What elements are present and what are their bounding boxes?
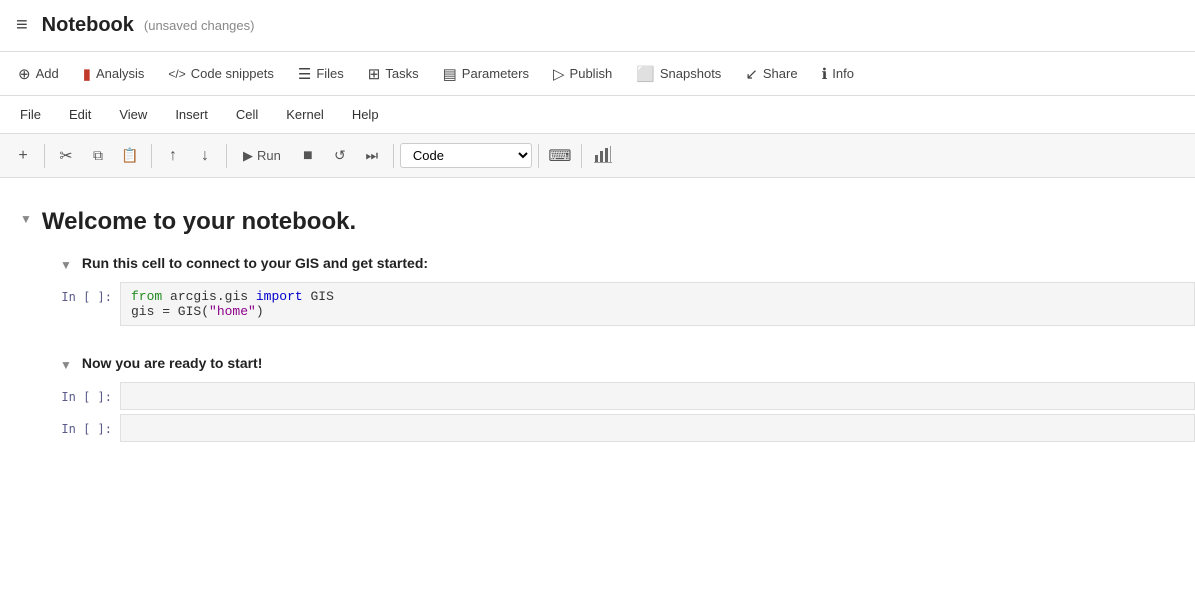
subsection-1-header: ▼ Run this cell to connect to your GIS a… bbox=[40, 246, 1195, 280]
subsection-2-collapse-arrow[interactable]: ▼ bbox=[60, 358, 72, 372]
restart-button[interactable]: ↺ bbox=[325, 141, 355, 171]
parameters-button[interactable]: ▤ Parameters bbox=[433, 60, 539, 88]
stop-button[interactable]: ■ bbox=[293, 141, 323, 171]
menu-bar: File Edit View Insert Cell Kernel Help bbox=[0, 96, 1195, 134]
chart-button[interactable] bbox=[588, 141, 618, 171]
tasks-icon: ⊞ bbox=[368, 65, 381, 83]
share-icon: ↙ bbox=[745, 65, 758, 83]
menu-insert[interactable]: Insert bbox=[163, 103, 220, 126]
info-button[interactable]: ℹ Info bbox=[812, 60, 864, 88]
subsection-2-title: Now you are ready to start! bbox=[82, 355, 263, 371]
parameters-icon: ▤ bbox=[443, 65, 457, 83]
move-down-button[interactable]: ↓ bbox=[190, 141, 220, 171]
code-snippets-icon: </> bbox=[168, 67, 185, 81]
menu-cell[interactable]: Cell bbox=[224, 103, 270, 126]
keyboard-icon: ⌨ bbox=[548, 146, 571, 166]
top-bar: ≡ Notebook (unsaved changes) bbox=[0, 0, 1195, 52]
cell-3-body[interactable] bbox=[120, 414, 1195, 442]
notebook-toolbar: + ✂ ⧉ 📋 ↑ ↓ ▶ Run ■ ↺ ⏭ Code Markdown Ra… bbox=[0, 134, 1195, 178]
copy-button[interactable]: ⧉ bbox=[83, 141, 113, 171]
analysis-icon: ▮ bbox=[83, 65, 91, 83]
run-button[interactable]: ▶ Run bbox=[233, 144, 291, 168]
notebook-content: ▼ Welcome to your notebook. ▼ Run this c… bbox=[0, 178, 1195, 464]
analysis-label: Analysis bbox=[96, 66, 144, 81]
tasks-label: Tasks bbox=[385, 66, 418, 81]
files-button[interactable]: ☰ Files bbox=[288, 60, 354, 88]
add-label: Add bbox=[36, 66, 59, 81]
menu-help[interactable]: Help bbox=[340, 103, 391, 126]
snapshots-label: Snapshots bbox=[660, 66, 721, 81]
cell-3-label: In [ ]: bbox=[40, 414, 120, 442]
files-label: Files bbox=[316, 66, 343, 81]
add-button[interactable]: ⊕ Add bbox=[8, 60, 69, 88]
section-1-title: Welcome to your notebook. bbox=[42, 208, 356, 236]
info-label: Info bbox=[832, 66, 854, 81]
subsection-1: ▼ Run this cell to connect to your GIS a… bbox=[40, 246, 1195, 442]
run-label: Run bbox=[257, 148, 281, 163]
notebook-title: Notebook bbox=[42, 14, 134, 37]
cell-1-body[interactable]: from arcgis.gis import GIS gis = GIS("ho… bbox=[120, 282, 1195, 326]
add-cell-button[interactable]: + bbox=[8, 141, 38, 171]
share-label: Share bbox=[763, 66, 798, 81]
code-cell-1: In [ ]: from arcgis.gis import GIS gis =… bbox=[40, 282, 1195, 326]
subsection-2-header: ▼ Now you are ready to start! bbox=[40, 346, 1195, 380]
share-button[interactable]: ↙ Share bbox=[735, 60, 807, 88]
publish-icon: ▷ bbox=[553, 65, 565, 83]
subsection-1-title: Run this cell to connect to your GIS and… bbox=[82, 255, 428, 271]
toolbar-separator-6 bbox=[581, 144, 582, 168]
menu-edit[interactable]: Edit bbox=[57, 103, 103, 126]
code-cell-3: In [ ]: bbox=[40, 414, 1195, 442]
chart-icon bbox=[594, 145, 612, 166]
subsection-1-collapse-arrow[interactable]: ▼ bbox=[60, 258, 72, 272]
toolbar-separator-4 bbox=[393, 144, 394, 168]
code-plain-2: GIS bbox=[310, 289, 333, 304]
cell-2-label: In [ ]: bbox=[40, 382, 120, 410]
info-icon: ℹ bbox=[822, 65, 828, 83]
publish-button[interactable]: ▷ Publish bbox=[543, 60, 622, 88]
tasks-button[interactable]: ⊞ Tasks bbox=[358, 60, 429, 88]
code-cell-2: In [ ]: bbox=[40, 382, 1195, 410]
add-icon: ⊕ bbox=[18, 65, 31, 83]
toolbar-separator-3 bbox=[226, 144, 227, 168]
analysis-button[interactable]: ▮ Analysis bbox=[73, 60, 155, 88]
menu-file[interactable]: File bbox=[8, 103, 53, 126]
code-plain-1: arcgis.gis bbox=[170, 289, 256, 304]
code-plain-4: ) bbox=[256, 304, 264, 319]
code-line-2: gis = GIS("home") bbox=[131, 304, 1184, 319]
hamburger-menu[interactable]: ≡ bbox=[16, 14, 28, 37]
parameters-label: Parameters bbox=[462, 66, 529, 81]
keyword-from: from bbox=[131, 289, 162, 304]
cell-2-body[interactable] bbox=[120, 382, 1195, 410]
cell-type-select[interactable]: Code Markdown Raw NBConvert bbox=[400, 143, 532, 168]
menu-kernel[interactable]: Kernel bbox=[274, 103, 336, 126]
unsaved-changes-label: (unsaved changes) bbox=[144, 18, 255, 33]
cut-button[interactable]: ✂ bbox=[51, 141, 81, 171]
cell-1-label: In [ ]: bbox=[40, 282, 120, 326]
menu-view[interactable]: View bbox=[107, 103, 159, 126]
code-plain-3: gis = GIS( bbox=[131, 304, 209, 319]
code-snippets-button[interactable]: </> Code snippets bbox=[158, 61, 283, 86]
paste-button[interactable]: 📋 bbox=[115, 141, 145, 171]
toolbar-separator-1 bbox=[44, 144, 45, 168]
action-bar: ⊕ Add ▮ Analysis </> Code snippets ☰ Fil… bbox=[0, 52, 1195, 96]
code-line-1: from arcgis.gis import GIS bbox=[131, 289, 1184, 304]
snapshots-button[interactable]: ⬜ Snapshots bbox=[626, 60, 731, 88]
toolbar-separator-2 bbox=[151, 144, 152, 168]
code-snippets-label: Code snippets bbox=[191, 66, 274, 81]
run-all-button[interactable]: ⏭ bbox=[357, 141, 387, 171]
keyword-import: import bbox=[256, 289, 303, 304]
publish-label: Publish bbox=[570, 66, 613, 81]
section-1-header: ▼ Welcome to your notebook. bbox=[0, 198, 1195, 246]
files-icon: ☰ bbox=[298, 65, 311, 83]
string-home: "home" bbox=[209, 304, 256, 319]
run-icon: ▶ bbox=[243, 148, 253, 164]
move-up-button[interactable]: ↑ bbox=[158, 141, 188, 171]
toolbar-separator-5 bbox=[538, 144, 539, 168]
snapshots-icon: ⬜ bbox=[636, 65, 655, 83]
section-1-collapse-arrow[interactable]: ▼ bbox=[20, 212, 32, 226]
keyboard-shortcuts-button[interactable]: ⌨ bbox=[545, 141, 575, 171]
